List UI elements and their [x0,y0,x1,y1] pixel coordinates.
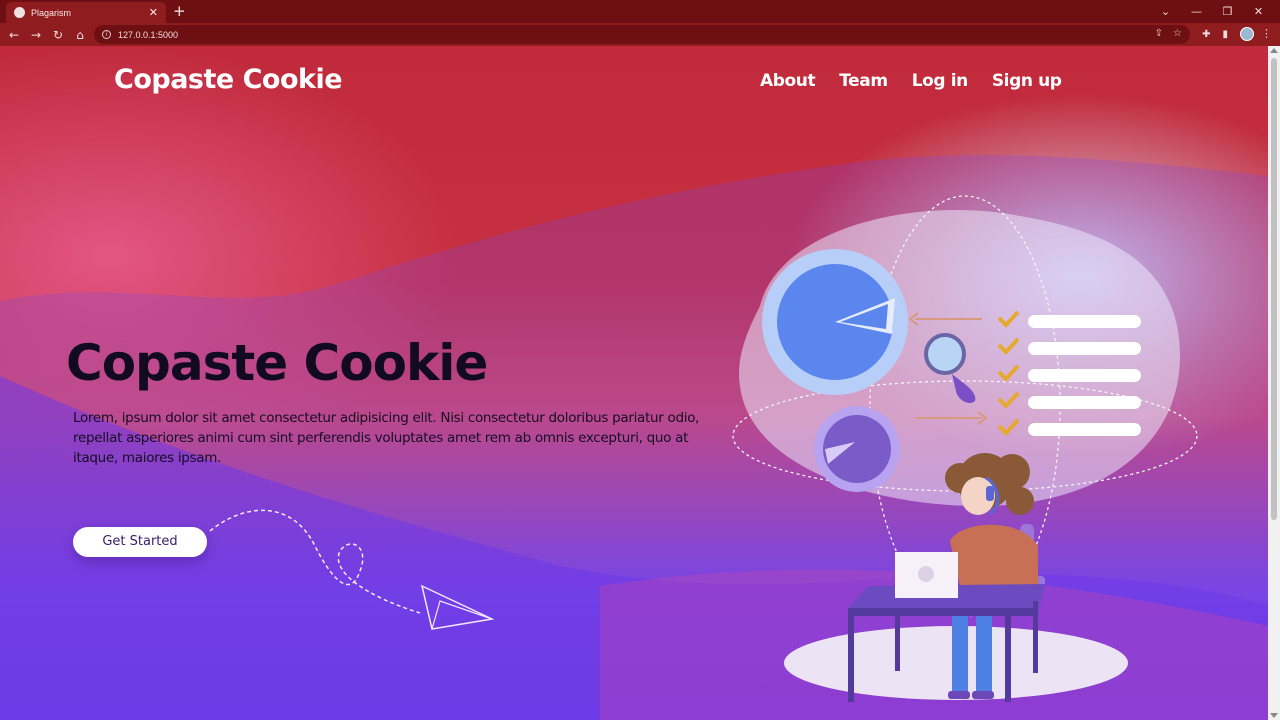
menu-kebab-icon[interactable]: ⋮ [1261,27,1272,40]
scroll-thumb[interactable] [1271,58,1277,520]
hero-title: Copaste Cookie [66,334,488,392]
minimize-button[interactable]: — [1181,5,1212,18]
new-tab-button[interactable]: + [173,2,186,21]
browser-toolbar: ← → ↻ ⌂ i 127.0.0.1:5000 ⇪ ☆ ✚ ▮ ⋮ [0,23,1280,46]
browser-tab[interactable]: Plagarism ✕ [6,2,166,23]
brand-logo[interactable]: Copaste Cookie [114,64,343,95]
page-scrollbar[interactable] [1268,46,1280,720]
maximize-button[interactable]: ❐ [1212,5,1243,18]
site-info-icon[interactable]: i [102,30,111,39]
tab-close-icon[interactable]: ✕ [149,7,158,18]
forward-icon[interactable]: → [25,28,47,42]
scroll-down-icon[interactable] [1270,713,1278,718]
nav-team[interactable]: Team [839,71,888,91]
nav-about[interactable]: About [760,71,816,91]
bookmark-star-icon[interactable]: ☆ [1173,28,1182,39]
address-bar[interactable]: i 127.0.0.1:5000 ⇪ ☆ [94,25,1190,44]
back-icon[interactable]: ← [3,28,25,42]
share-icon[interactable]: ⇪ [1155,28,1163,39]
extensions-icon[interactable]: ✚ [1202,29,1210,40]
scroll-up-icon[interactable] [1270,48,1278,53]
analysis-illustration [732,195,1198,702]
tab-title: Plagarism [31,7,72,18]
paper-plane-illustration [209,509,495,630]
tab-strip: Plagarism ✕ + ⌄ — ❐ ✕ [0,0,1280,23]
landing-page: Copaste Cookie About Team Log in Sign up… [0,46,1268,720]
main-nav: About Team Log in Sign up [760,71,1086,91]
nav-login[interactable]: Log in [912,71,969,91]
close-window-button[interactable]: ✕ [1243,5,1274,18]
get-started-button[interactable]: Get Started [73,527,207,557]
hero-description: Lorem, ipsum dolor sit amet consectetur … [73,410,700,466]
url-text: 127.0.0.1:5000 [118,29,179,40]
home-icon[interactable]: ⌂ [69,28,91,42]
window-controls: ⌄ — ❐ ✕ [1150,0,1274,23]
globe-icon [14,7,25,18]
nav-signup[interactable]: Sign up [992,71,1062,91]
reload-icon[interactable]: ↻ [47,28,69,42]
profile-avatar[interactable] [1240,27,1254,41]
tab-search-icon[interactable]: ⌄ [1150,5,1181,18]
side-panel-icon[interactable]: ▮ [1222,29,1228,40]
